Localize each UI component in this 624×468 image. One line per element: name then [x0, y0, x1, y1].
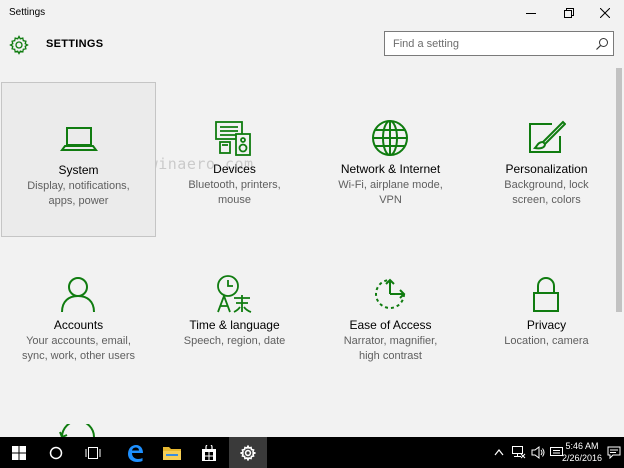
window-title: Settings: [9, 7, 46, 18]
gear-icon: [9, 35, 29, 55]
cortana-icon: [49, 446, 63, 459]
windows-logo-icon: [12, 445, 26, 460]
tile-network[interactable]: Network & Internet Wi-Fi, airplane mode,…: [313, 82, 468, 237]
scrollbar[interactable]: [614, 66, 624, 438]
title-bar: Settings: [0, 0, 624, 26]
minimize-icon: [526, 13, 536, 14]
task-view-icon: [85, 446, 101, 459]
update-security-icon[interactable]: [58, 424, 98, 437]
settings-taskbar-button[interactable]: [229, 437, 267, 468]
restore-button[interactable]: [552, 0, 586, 26]
tile-ease-of-access[interactable]: Ease of Access Narrator, magnifier, high …: [313, 238, 468, 393]
tile-accounts[interactable]: Accounts Your accounts, email, sync, work…: [1, 238, 156, 393]
clock-date: 2/26/2016: [561, 453, 602, 463]
person-icon: [61, 277, 95, 313]
tile-time-language[interactable]: Time & language Speech, region, date: [157, 238, 312, 393]
taskbar: 5:46 AM 2/26/2016: [0, 437, 624, 468]
devices-icon: [215, 121, 251, 156]
tile-description: Background, lock screen, colors: [504, 179, 589, 206]
clock-time: 5:46 AM: [565, 441, 599, 451]
laptop-icon: [60, 127, 98, 151]
ease-of-access-icon: [375, 278, 406, 309]
tile-name: Personalization: [505, 162, 588, 176]
tile-description: Speech, region, date: [183, 335, 286, 347]
tile-name: Network & Internet: [340, 162, 441, 176]
tile-name: Accounts: [53, 318, 104, 332]
network-icon[interactable]: [512, 446, 526, 459]
tile-personalization[interactable]: Personalization Background, lock screen, …: [469, 82, 624, 237]
globe-icon: [372, 120, 408, 156]
settings-header: SETTINGS Find a setting: [0, 26, 624, 66]
folder-icon: [163, 447, 181, 460]
scrollbar-thumb[interactable]: [616, 68, 622, 312]
search-input[interactable]: Find a setting: [393, 38, 459, 50]
chevron-up-icon[interactable]: [494, 448, 504, 456]
tile-description: Your accounts, email, sync, work, other u…: [21, 335, 136, 362]
volume-icon[interactable]: [531, 446, 545, 459]
restore-icon: [564, 8, 574, 18]
tile-name: Privacy: [526, 318, 567, 332]
time-language-icon: [217, 275, 252, 313]
store-icon: [202, 444, 216, 461]
page-title: SETTINGS: [46, 38, 104, 50]
tile-privacy[interactable]: Privacy Location, camera: [469, 238, 624, 393]
tile-description: Display, notifications, apps, power: [27, 180, 130, 207]
action-center-icon[interactable]: [607, 445, 621, 459]
gear-icon: [240, 444, 256, 461]
minimize-button[interactable]: [514, 0, 548, 26]
close-button[interactable]: [588, 0, 622, 26]
edge-icon: [128, 444, 143, 462]
tile-system[interactable]: System Display, notifications, apps, powe…: [1, 82, 156, 237]
lock-icon: [533, 277, 559, 312]
tile-description: Wi-Fi, airplane mode, VPN: [338, 179, 443, 206]
store-button[interactable]: [191, 437, 227, 468]
tile-name: Devices: [213, 162, 256, 176]
tile-name: System: [58, 163, 99, 177]
tile-name: Ease of Access: [349, 318, 432, 332]
tile-devices[interactable]: Devices Bluetooth, printers, mouse: [157, 82, 312, 237]
tile-description: Bluetooth, printers, mouse: [188, 179, 281, 206]
tile-description: Narrator, magnifier, high contrast: [343, 335, 438, 362]
clock[interactable]: 5:46 AM 2/26/2016: [562, 440, 602, 464]
search-icon[interactable]: [595, 37, 609, 51]
task-view-button[interactable]: [74, 437, 112, 468]
edge-button[interactable]: [117, 437, 153, 468]
tile-name: Time & language: [189, 318, 280, 332]
file-explorer-button[interactable]: [154, 437, 190, 468]
search-box[interactable]: Find a setting: [384, 31, 614, 56]
start-button[interactable]: [0, 437, 38, 468]
paint-icon: [529, 120, 566, 153]
close-icon: [600, 8, 610, 18]
cortana-button[interactable]: [38, 437, 74, 468]
tile-description: Location, camera: [504, 335, 589, 347]
